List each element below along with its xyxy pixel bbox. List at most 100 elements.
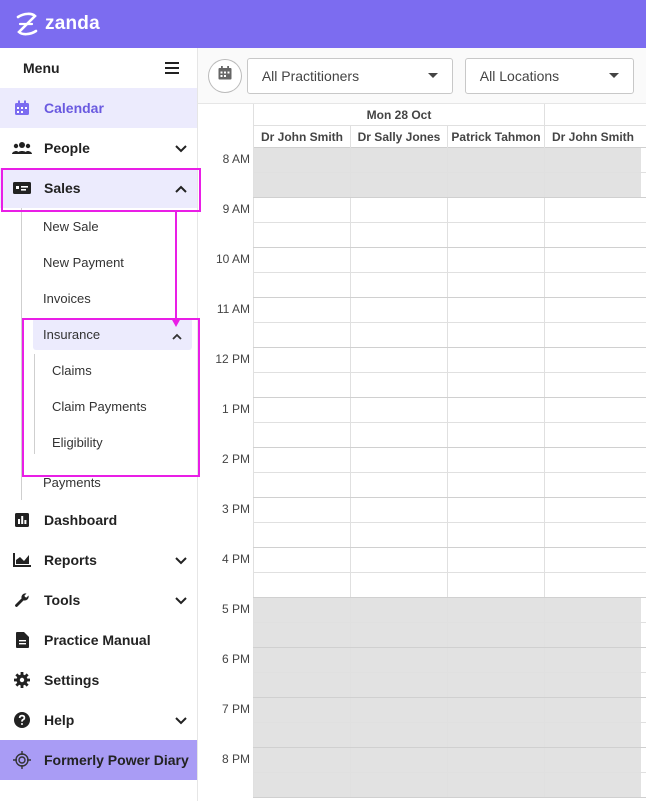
practitioner-column-header[interactable]: Patrick Tahmon <box>447 126 544 148</box>
appointment-slot[interactable] <box>350 748 447 772</box>
practitioners-select[interactable]: All Practitioners <box>246 57 453 94</box>
appointment-slot[interactable] <box>544 298 641 322</box>
appointment-slot[interactable] <box>350 173 447 197</box>
appointment-slot[interactable] <box>544 423 641 447</box>
appointment-slot[interactable] <box>447 748 544 772</box>
appointment-slot[interactable] <box>447 573 544 597</box>
appointment-slot[interactable] <box>447 473 544 497</box>
appointment-slot[interactable] <box>447 348 544 372</box>
chevron-down-icon[interactable] <box>175 592 187 608</box>
appointment-slot[interactable] <box>253 223 350 247</box>
practitioner-column-header[interactable]: Dr Sally Jones <box>350 126 447 148</box>
appointment-slot[interactable] <box>544 248 641 272</box>
appointment-slot[interactable] <box>544 523 641 547</box>
appointment-slot[interactable] <box>253 423 350 447</box>
appointment-slot[interactable] <box>253 373 350 397</box>
appointment-slot[interactable] <box>447 673 544 697</box>
appointment-slot[interactable] <box>350 473 447 497</box>
appointment-slot[interactable] <box>447 398 544 422</box>
appointment-slot[interactable] <box>447 198 544 222</box>
appointment-slot[interactable] <box>447 623 544 647</box>
appointment-slot[interactable] <box>544 198 641 222</box>
appointment-slot[interactable] <box>253 198 350 222</box>
appointment-slot[interactable] <box>544 173 641 197</box>
sidebar-item-people[interactable]: People <box>0 128 197 168</box>
appointment-slot[interactable] <box>350 148 447 172</box>
appointment-slot[interactable] <box>544 223 641 247</box>
sidebar-item-dashboard[interactable]: Dashboard <box>0 500 197 540</box>
appointment-slot[interactable] <box>544 698 641 722</box>
sidebar-item-tools[interactable]: Tools <box>0 580 197 620</box>
appointment-slot[interactable] <box>350 673 447 697</box>
appointment-slot[interactable] <box>253 298 350 322</box>
appointment-slot[interactable] <box>447 498 544 522</box>
appointment-slot[interactable] <box>350 573 447 597</box>
appointment-slot[interactable] <box>447 448 544 472</box>
appointment-slot[interactable] <box>350 623 447 647</box>
submenu-item-new-sale[interactable]: New Sale <box>0 208 197 244</box>
appointment-slot[interactable] <box>544 723 641 747</box>
appointment-slot[interactable] <box>253 573 350 597</box>
appointment-slot[interactable] <box>544 498 641 522</box>
submenu-item-new-payment[interactable]: New Payment <box>0 244 197 280</box>
appointment-slot[interactable] <box>447 223 544 247</box>
appointment-slot[interactable] <box>544 773 641 797</box>
appointment-slot[interactable] <box>544 448 641 472</box>
appointment-slot[interactable] <box>350 498 447 522</box>
appointment-slot[interactable] <box>253 673 350 697</box>
appointment-slot[interactable] <box>447 423 544 447</box>
appointment-slot[interactable] <box>253 598 350 622</box>
appointment-slot[interactable] <box>544 398 641 422</box>
appointment-slot[interactable] <box>350 598 447 622</box>
appointment-slot[interactable] <box>544 273 641 297</box>
appointment-slot[interactable] <box>350 773 447 797</box>
appointment-slot[interactable] <box>350 523 447 547</box>
appointment-slot[interactable] <box>350 698 447 722</box>
appointment-slot[interactable] <box>447 723 544 747</box>
chevron-down-icon[interactable] <box>175 552 187 568</box>
sidebar-item-calendar[interactable]: Calendar <box>0 88 197 128</box>
appointment-slot[interactable] <box>253 173 350 197</box>
appointment-slot[interactable] <box>253 148 350 172</box>
appointment-slot[interactable] <box>350 223 447 247</box>
appointment-slot[interactable] <box>447 173 544 197</box>
appointment-slot[interactable] <box>253 773 350 797</box>
submenu-item-payments[interactable]: Payments <box>0 464 197 500</box>
appointment-slot[interactable] <box>350 423 447 447</box>
appointment-slot[interactable] <box>253 548 350 572</box>
appointment-slot[interactable] <box>350 298 447 322</box>
appointment-slot[interactable] <box>447 323 544 347</box>
chevron-up-icon[interactable] <box>175 180 187 196</box>
submenu-item-invoices[interactable]: Invoices <box>0 280 197 316</box>
appointment-slot[interactable] <box>544 473 641 497</box>
appointment-slot[interactable] <box>350 648 447 672</box>
appointment-slot[interactable] <box>253 698 350 722</box>
appointment-slot[interactable] <box>544 148 641 172</box>
practitioner-column-header[interactable]: Dr John Smith <box>544 126 641 148</box>
appointment-slot[interactable] <box>253 348 350 372</box>
appointment-slot[interactable] <box>544 348 641 372</box>
sidebar-item-settings[interactable]: Settings <box>0 660 197 700</box>
appointment-slot[interactable] <box>253 273 350 297</box>
submenu-item-insurance[interactable]: Insurance <box>33 318 192 350</box>
locations-select[interactable]: All Locations <box>464 57 634 94</box>
appointment-slot[interactable] <box>447 298 544 322</box>
appointment-slot[interactable] <box>544 323 641 347</box>
appointment-slot[interactable] <box>447 698 544 722</box>
appointment-slot[interactable] <box>447 273 544 297</box>
appointment-slot[interactable] <box>253 498 350 522</box>
appointment-slot[interactable] <box>350 373 447 397</box>
appointment-slot[interactable] <box>350 273 447 297</box>
appointment-slot[interactable] <box>253 723 350 747</box>
appointment-slot[interactable] <box>544 373 641 397</box>
appointment-slot[interactable] <box>253 623 350 647</box>
appointment-slot[interactable] <box>253 448 350 472</box>
sidebar-item-practice-manual[interactable]: Practice Manual <box>0 620 197 660</box>
appointment-slot[interactable] <box>350 348 447 372</box>
appointment-slot[interactable] <box>350 323 447 347</box>
appointment-slot[interactable] <box>447 373 544 397</box>
appointment-slot[interactable] <box>447 773 544 797</box>
appointment-slot[interactable] <box>544 548 641 572</box>
appointment-slot[interactable] <box>544 673 641 697</box>
appointment-slot[interactable] <box>253 523 350 547</box>
